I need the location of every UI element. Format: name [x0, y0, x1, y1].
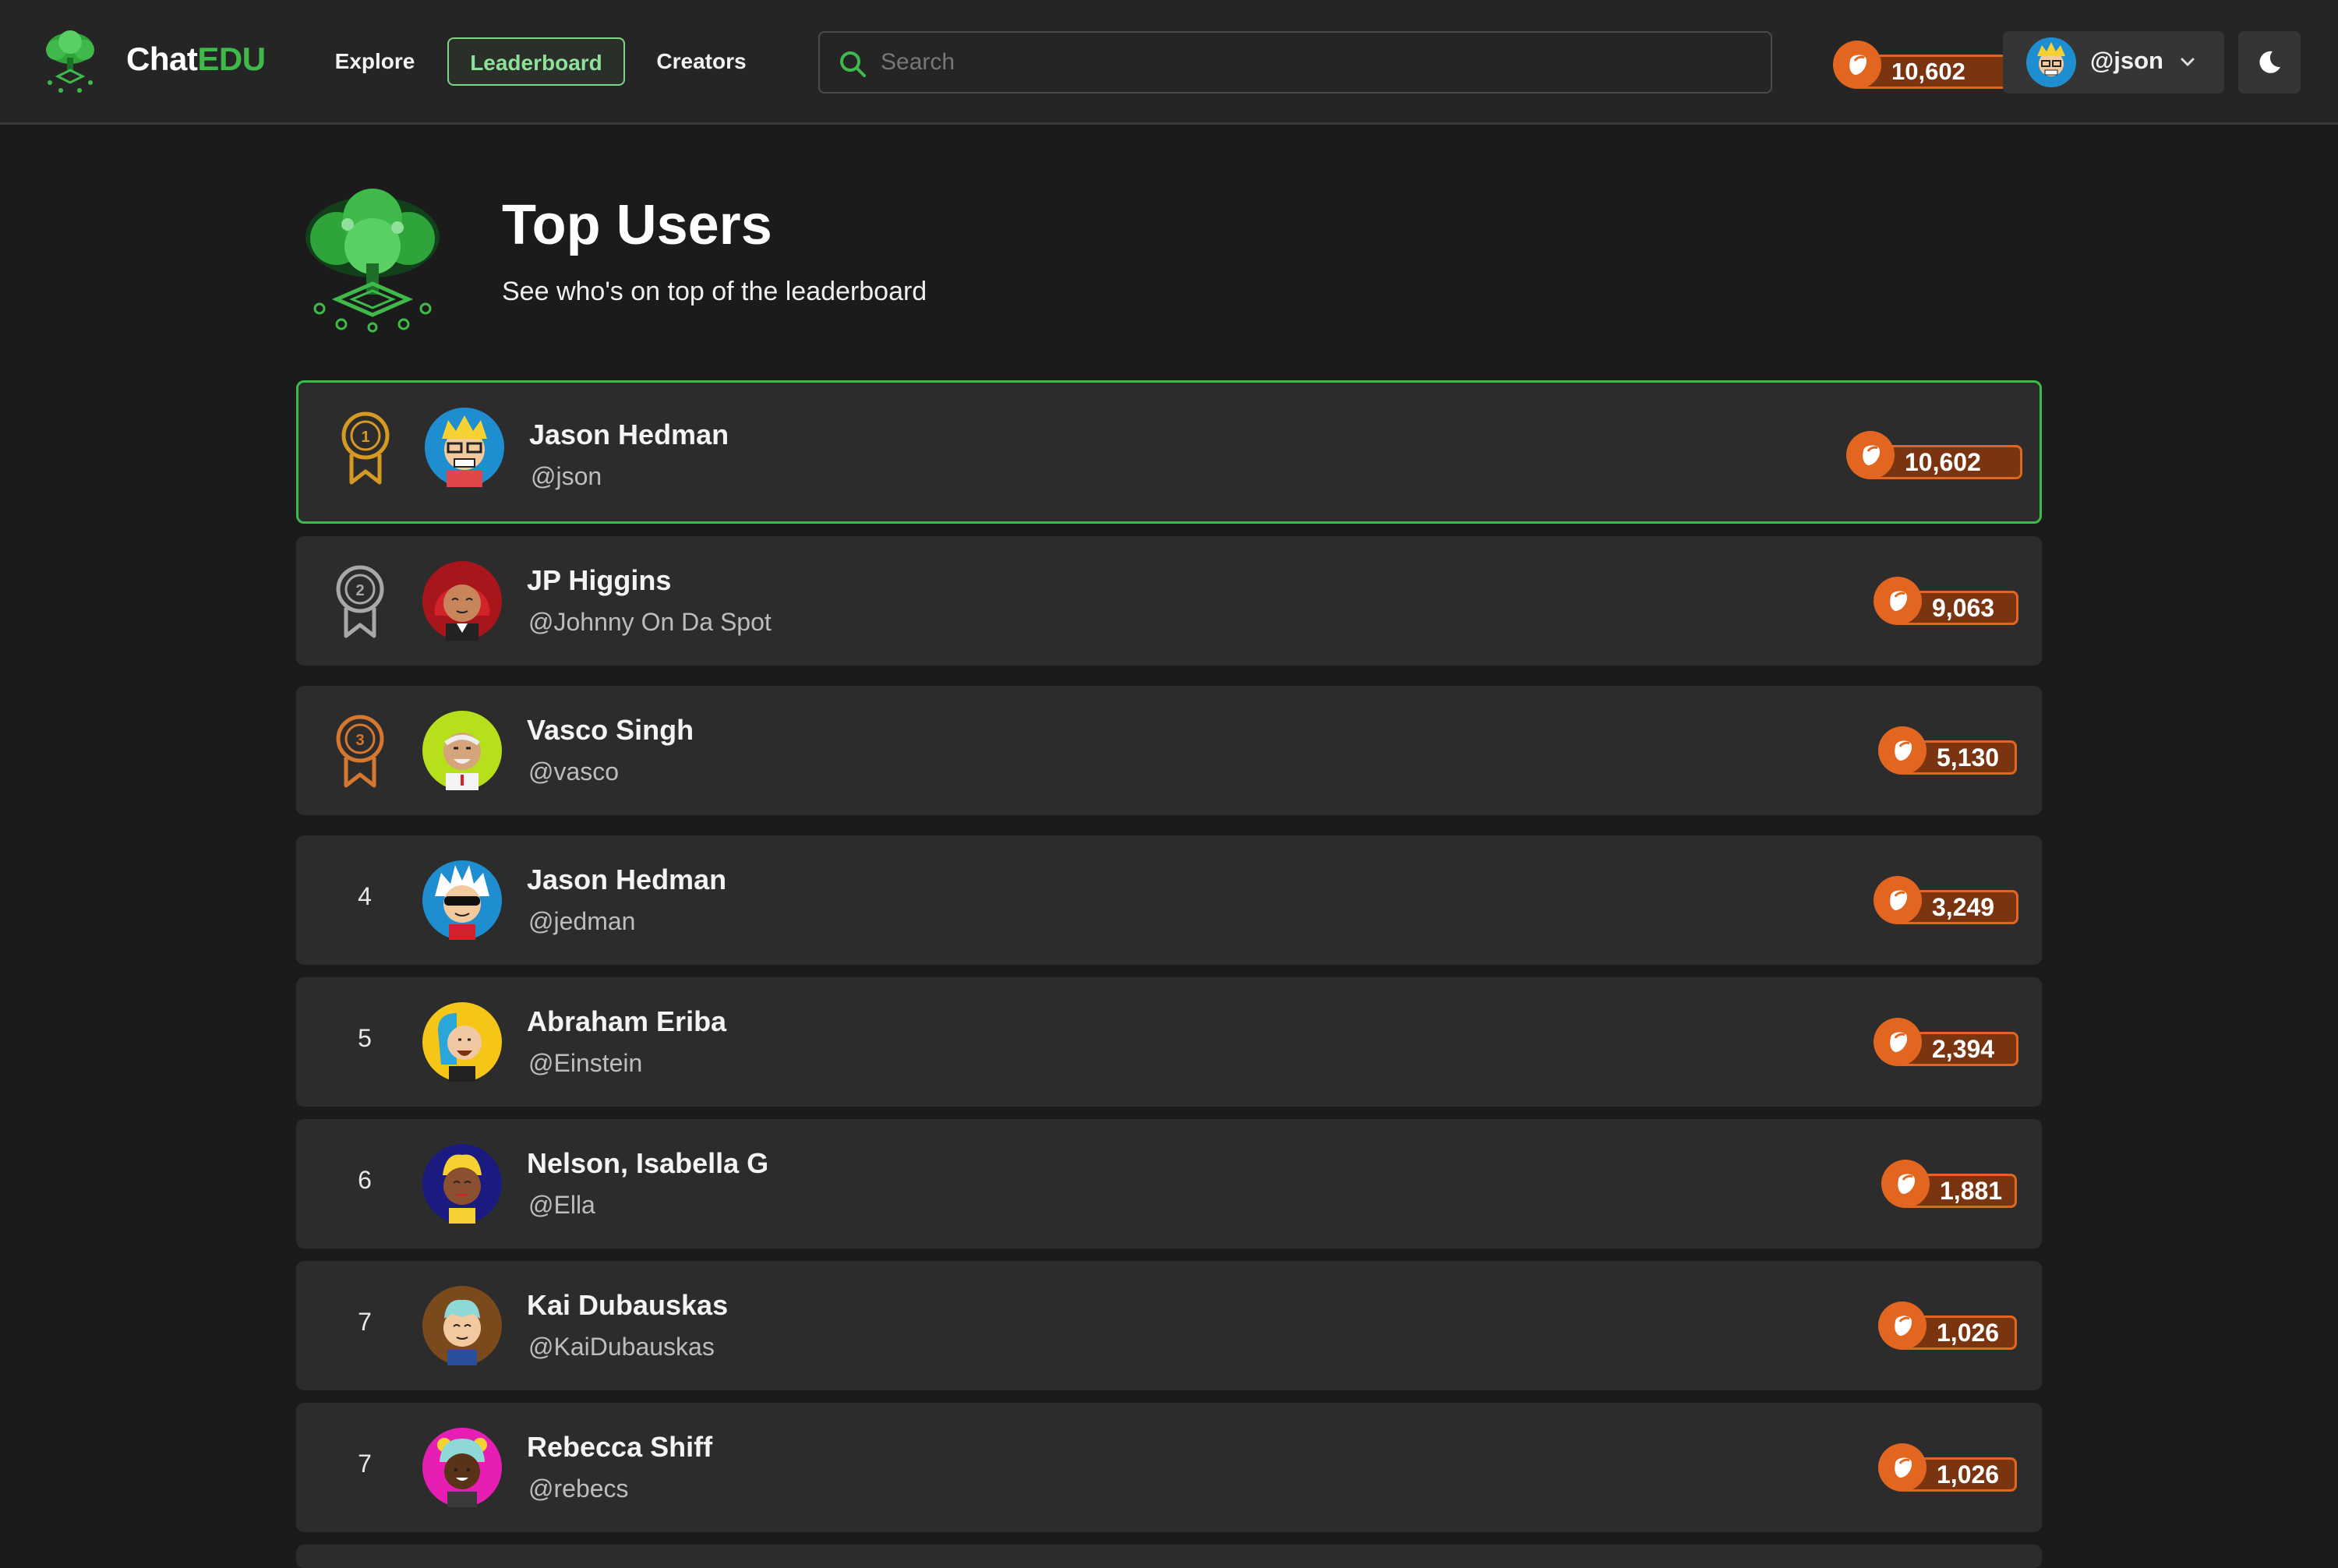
chatedu-tree-logo-icon[interactable] [39, 28, 101, 95]
leaderboard-row[interactable]: 7 Kai Dubauskas @KaiDubauskas 1,026 [296, 1261, 2042, 1390]
user-name: Jason Hedman [529, 418, 729, 450]
user-handle: @Ella [528, 1191, 595, 1219]
user-points-badge: 1,026 [1878, 1443, 2017, 1495]
bronze-medal-icon: 3 [336, 715, 384, 788]
user-handle: @KaiDubauskas [528, 1333, 715, 1361]
rank-number: 5 [358, 1024, 372, 1052]
user-handle: @Einstein [528, 1049, 643, 1077]
user-avatar [422, 561, 502, 641]
acorn-coin-icon [1878, 1301, 1927, 1350]
rank-number: 7 [358, 1450, 372, 1478]
rank-number: 2 [355, 582, 364, 599]
rank-number: 1 [361, 429, 369, 446]
user-menu-dropdown[interactable]: @json [2003, 31, 2224, 94]
leaderboard-row[interactable]: 2 JP Higgins @Johnny On Da Spot 9,063 [296, 536, 2042, 666]
acorn-coin-icon [1874, 577, 1922, 625]
user-name: Vasco Singh [527, 714, 694, 746]
acorn-coin-icon [1881, 1160, 1930, 1208]
acorn-coin-icon [1846, 431, 1895, 479]
user-points-badge: 2,394 [1874, 1018, 2018, 1069]
user-handle: @json [531, 462, 602, 490]
user-name: Jason Hedman [527, 863, 727, 895]
user-handle: @Johnny On Da Spot [528, 608, 772, 636]
rank-number: 7 [358, 1308, 372, 1336]
leaderboard-row[interactable]: 1 Jason Hedman @json 10,602 [296, 380, 2042, 524]
page-subtitle: See who's on top of the leaderboard [502, 277, 927, 306]
user-points-badge: 1,026 [1878, 1301, 2017, 1353]
rank-number: 6 [358, 1166, 372, 1194]
acorn-coin-icon [1874, 1018, 1922, 1066]
user-avatar [422, 711, 502, 790]
search-icon [840, 51, 866, 77]
nav-creators-link[interactable]: Creators [644, 37, 759, 86]
user-points-badge: 9,063 [1874, 577, 2018, 628]
search-bar[interactable] [818, 31, 1772, 94]
search-input[interactable] [881, 33, 1754, 92]
user-avatar [422, 1286, 502, 1365]
user-points-badge: 10,602 [1846, 431, 2022, 482]
top-navigation-bar: ChatEDU Explore Leaderboard Creators 10,… [0, 0, 2338, 125]
moon-icon [2259, 51, 2280, 73]
leaderboard-row[interactable]: 3 Vasco Singh @vasco 5,130 [296, 686, 2042, 815]
user-avatar [425, 408, 504, 487]
user-avatar [422, 1002, 502, 1082]
user-points-badge: 1,881 [1881, 1160, 2017, 1211]
user-menu-username: @json [2090, 47, 2163, 74]
nav-explore-link[interactable]: Explore [324, 37, 426, 86]
brand-name[interactable]: ChatEDU [126, 41, 266, 78]
user-handle: @jedman [528, 907, 636, 935]
user-points-badge[interactable]: 10,602 [1833, 41, 2009, 92]
user-name: Kai Dubauskas [527, 1289, 729, 1321]
chatedu-tree-illustration [305, 189, 440, 333]
user-name: Nelson, Isabella G [527, 1147, 769, 1179]
nav-leaderboard-link[interactable]: Leaderboard [447, 37, 625, 86]
leaderboard-row[interactable] [296, 1545, 2042, 1568]
leaderboard-row[interactable]: 7 Rebecca Shiff @rebecs 1,026 [296, 1403, 2042, 1532]
user-name: JP Higgins [527, 564, 672, 596]
leaderboard-row[interactable]: 6 Nelson, Isabella G @Ella 1,881 [296, 1119, 2042, 1248]
acorn-coin-icon [1833, 41, 1881, 89]
acorn-coin-icon [1878, 726, 1927, 775]
theme-toggle-button[interactable] [2238, 31, 2301, 94]
user-points-badge: 3,249 [1874, 876, 2018, 927]
silver-medal-icon: 2 [336, 565, 384, 638]
user-handle: @vasco [528, 758, 620, 786]
rank-number: 3 [355, 732, 364, 749]
user-points-badge: 5,130 [1878, 726, 2017, 778]
user-avatar [2026, 37, 2076, 87]
user-avatar [422, 1428, 502, 1507]
chevron-down-icon [2181, 58, 2195, 67]
rank-number: 4 [358, 882, 372, 910]
leaderboard-row[interactable]: 4 Jason Hedman @jedman 3,249 [296, 835, 2042, 965]
user-handle: @rebecs [528, 1474, 629, 1503]
user-avatar [422, 1144, 502, 1224]
leaderboard-row[interactable]: 5 Abraham Eriba @Einstein 2,394 [296, 977, 2042, 1107]
user-name: Abraham Eriba [527, 1005, 727, 1037]
acorn-coin-icon [1878, 1443, 1927, 1492]
user-name: Rebecca Shiff [527, 1431, 713, 1463]
acorn-coin-icon [1874, 876, 1922, 924]
user-avatar [422, 860, 502, 940]
page-title: Top Users [502, 194, 772, 256]
gold-medal-icon: 1 [341, 411, 390, 485]
